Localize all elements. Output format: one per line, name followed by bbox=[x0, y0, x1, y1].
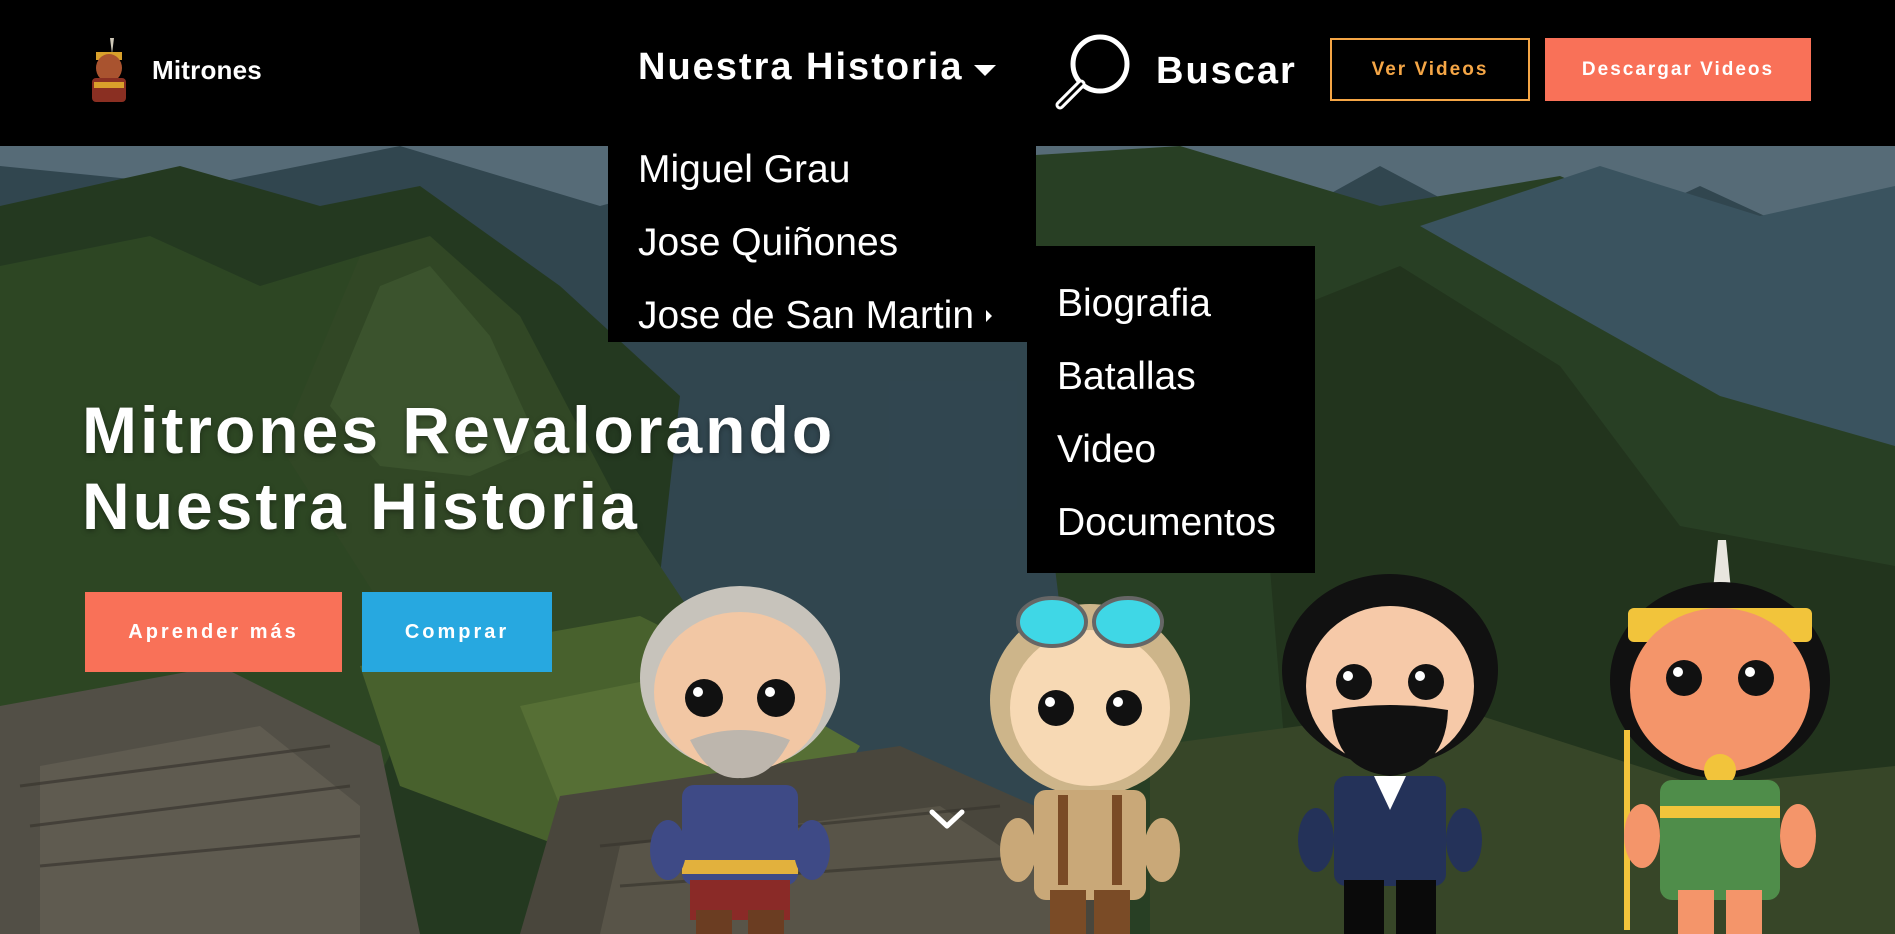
submenu-item-documentos[interactable]: Documentos bbox=[1057, 501, 1276, 545]
dropdown-item-jose-de-san-martin[interactable]: Jose de San Martin bbox=[638, 294, 993, 338]
dropdown-item-jose-quinones[interactable]: Jose Quiñones bbox=[638, 221, 898, 265]
hero-headline-line-2: Nuestra Historia bbox=[82, 469, 640, 543]
search-label: Buscar bbox=[1156, 49, 1297, 92]
nav-nuestra-historia-label: Nuestra Historia bbox=[638, 46, 964, 88]
nuestra-historia-dropdown: Miguel Grau Jose Quiñones Jose de San Ma… bbox=[608, 146, 1036, 342]
watch-videos-button[interactable]: Ver Videos bbox=[1330, 38, 1530, 101]
figure-inca bbox=[1610, 540, 1830, 934]
submenu-item-batallas[interactable]: Batallas bbox=[1057, 355, 1196, 399]
learn-more-button[interactable]: Aprender más bbox=[85, 592, 342, 672]
dropdown-item-label: Jose Quiñones bbox=[638, 221, 899, 264]
submenu-item-biografia[interactable]: Biografia bbox=[1057, 282, 1211, 326]
brand-name: Mitrones bbox=[152, 54, 262, 85]
submenu-item-video[interactable]: Video bbox=[1057, 428, 1156, 472]
nav-nuestra-historia[interactable]: Nuestra Historia bbox=[638, 46, 996, 89]
brand[interactable]: Mitrones bbox=[84, 38, 262, 102]
search-icon bbox=[1055, 34, 1130, 110]
download-videos-button[interactable]: Descargar Videos bbox=[1545, 38, 1811, 101]
hero-headline: Mitrones Revalorando Nuestra Historia bbox=[82, 392, 835, 544]
figure-jose-de-san-martin bbox=[1282, 574, 1498, 934]
chevron-down-icon bbox=[973, 65, 996, 76]
dropdown-item-label: Miguel Grau bbox=[638, 148, 851, 191]
logo-icon bbox=[92, 38, 126, 102]
dropdown-item-label: Jose de San Martin bbox=[638, 294, 975, 337]
search-button[interactable]: Buscar bbox=[1052, 30, 1297, 112]
dropdown-item-miguel-grau[interactable]: Miguel Grau bbox=[638, 148, 850, 192]
figure-miguel-grau bbox=[640, 586, 840, 934]
buy-button[interactable]: Comprar bbox=[362, 592, 552, 672]
top-navigation-bar: Mitrones Nuestra Historia Buscar Ver Vid… bbox=[0, 0, 1895, 146]
figure-jose-quinones bbox=[990, 596, 1190, 934]
san-martin-submenu: Biografia Batallas Video Documentos bbox=[1027, 246, 1315, 573]
scroll-down-icon[interactable] bbox=[928, 806, 966, 834]
hero-headline-line-1: Mitrones Revalorando bbox=[82, 393, 836, 467]
chevron-right-icon bbox=[986, 310, 993, 322]
